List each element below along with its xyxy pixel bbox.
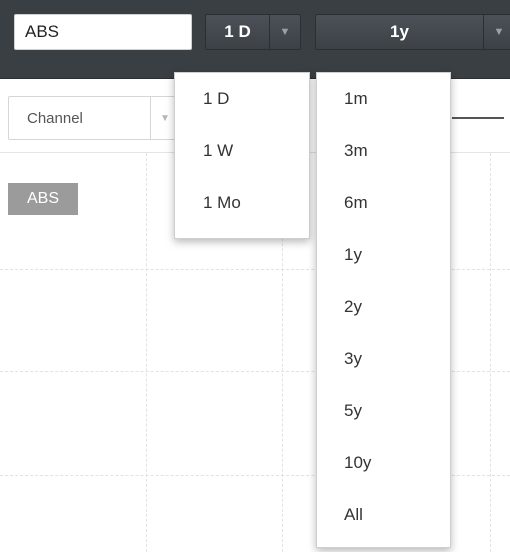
menu-item-3y[interactable]: 3y — [317, 333, 450, 385]
menu-item-1mo[interactable]: 1 Mo — [175, 177, 309, 229]
grid-line — [490, 153, 491, 552]
menu-item-2y[interactable]: 2y — [317, 281, 450, 333]
menu-item-10y[interactable]: 10y — [317, 437, 450, 489]
chevron-down-icon: ▼ — [483, 15, 510, 49]
interval-menu: 1 D 1 W 1 Mo — [174, 72, 310, 239]
line-style-sample[interactable] — [452, 117, 504, 119]
menu-item-5y[interactable]: 5y — [317, 385, 450, 437]
menu-item-3m[interactable]: 3m — [317, 125, 450, 177]
series-tag: ABS — [8, 183, 78, 215]
top-toolbar: 1 D ▼ 1y ▼ — [0, 0, 510, 79]
channel-select[interactable]: Channel ▼ — [8, 96, 180, 140]
menu-item-6m[interactable]: 6m — [317, 177, 450, 229]
interval-label: 1 D — [224, 22, 251, 41]
menu-item-1y[interactable]: 1y — [317, 229, 450, 281]
symbol-input[interactable] — [14, 14, 192, 50]
menu-item-1d[interactable]: 1 D — [175, 73, 309, 125]
channel-label: Channel — [27, 109, 83, 127]
menu-item-all[interactable]: All — [317, 489, 450, 541]
range-menu: 1m 3m 6m 1y 2y 3y 5y 10y All — [316, 72, 451, 548]
range-label: 1y — [390, 22, 409, 41]
range-dropdown-button[interactable]: 1y ▼ — [315, 14, 510, 50]
grid-line — [146, 153, 147, 552]
menu-item-1w[interactable]: 1 W — [175, 125, 309, 177]
interval-dropdown-button[interactable]: 1 D ▼ — [205, 14, 301, 50]
menu-item-1m[interactable]: 1m — [317, 73, 450, 125]
chevron-down-icon: ▼ — [269, 15, 300, 49]
